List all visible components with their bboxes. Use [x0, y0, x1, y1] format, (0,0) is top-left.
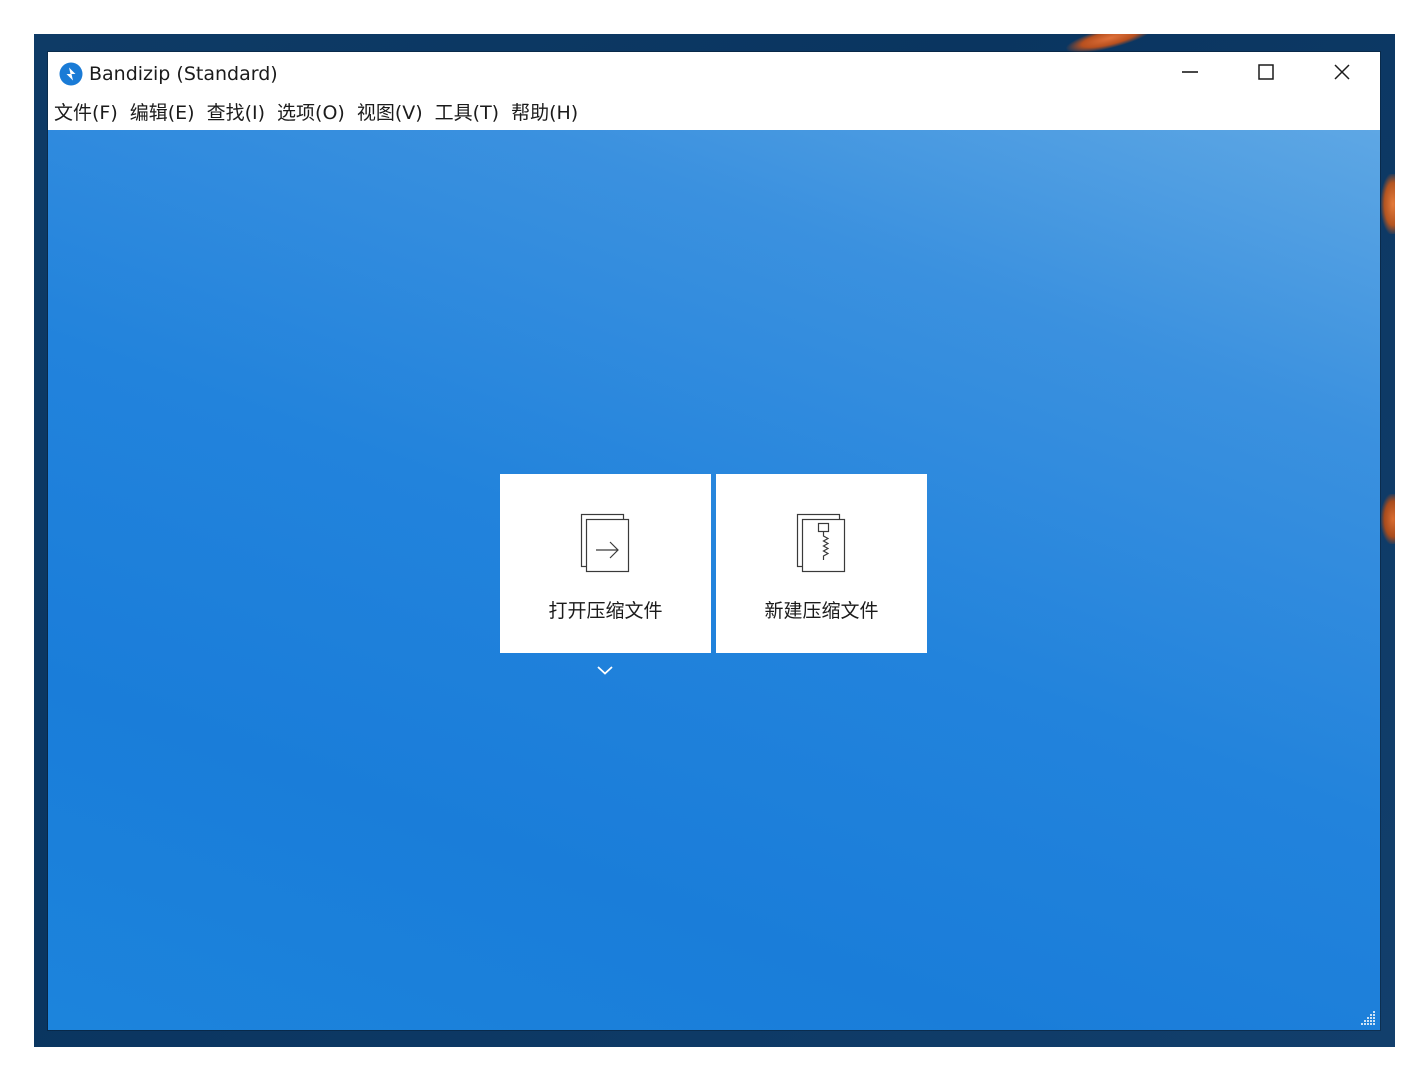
wallpaper-coral [1381, 174, 1395, 234]
new-archive-icon [794, 512, 850, 574]
resize-grip-icon[interactable] [1360, 1010, 1376, 1026]
close-icon [1333, 63, 1351, 85]
menu-find[interactable]: 查找(I) [205, 98, 271, 128]
menu-file[interactable]: 文件(F) [52, 98, 124, 128]
menu-view[interactable]: 视图(V) [355, 98, 429, 128]
new-archive-button[interactable]: 新建压缩文件 [716, 474, 927, 653]
menu-edit[interactable]: 编辑(E) [128, 98, 201, 128]
maximize-icon [1257, 63, 1275, 85]
window-title: Bandizip (Standard) [89, 63, 278, 85]
open-archive-label: 打开压缩文件 [548, 600, 663, 622]
minimize-icon [1181, 63, 1199, 85]
app-window: Bandizip (Standard) 文件(F) 编辑(E) 查找(I) 选项… [48, 52, 1380, 1030]
main-content-area: 打开压缩文件 新建压缩文件 [48, 130, 1380, 1030]
menu-help[interactable]: 帮助(H) [509, 98, 584, 128]
chevron-down-icon [596, 661, 614, 680]
open-archive-icon [578, 512, 634, 574]
menu-tools[interactable]: 工具(T) [433, 98, 505, 128]
minimize-button[interactable] [1152, 52, 1228, 96]
open-archive-button[interactable]: 打开压缩文件 [500, 474, 711, 653]
menu-options[interactable]: 选项(O) [275, 98, 351, 128]
wallpaper-coral [1381, 494, 1395, 544]
close-button[interactable] [1304, 52, 1380, 96]
title-bar[interactable]: Bandizip (Standard) [48, 52, 1380, 96]
menu-bar: 文件(F) 编辑(E) 查找(I) 选项(O) 视图(V) 工具(T) 帮助(H… [48, 96, 1380, 130]
more-options-button[interactable] [594, 662, 616, 678]
maximize-button[interactable] [1228, 52, 1304, 96]
bandizip-logo-icon [59, 62, 83, 86]
new-archive-label: 新建压缩文件 [764, 600, 879, 622]
